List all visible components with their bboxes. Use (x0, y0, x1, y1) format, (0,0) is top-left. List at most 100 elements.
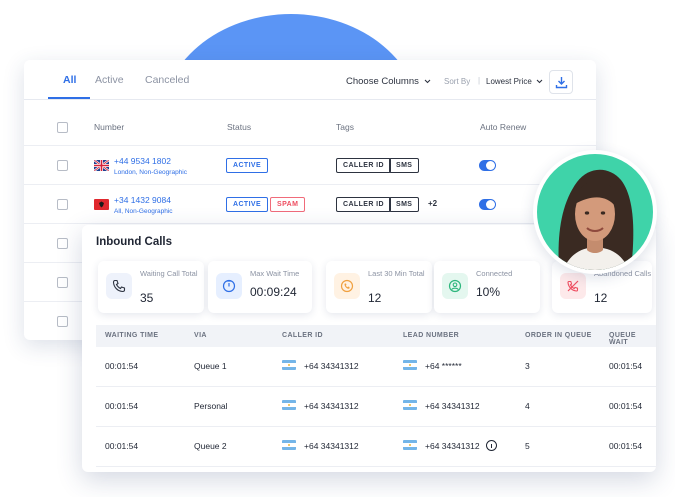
sort-by-dropdown[interactable]: Lowest Price (486, 77, 543, 86)
tab-canceled[interactable]: Canceled (145, 74, 189, 86)
stat-label: Waiting Call Total (140, 269, 198, 278)
stat-value: 00:09:24 (250, 285, 297, 299)
user-circle-icon (442, 273, 468, 299)
header-order-in-queue: ORDER IN QUEUE (525, 332, 592, 339)
table-row[interactable]: 00:01:54 Personal +64 34341312 +64 34341… (96, 387, 656, 427)
header-tags: Tags (336, 122, 354, 132)
argentina-flag-icon (282, 440, 296, 450)
argentina-flag-icon (403, 360, 417, 370)
queue-wait: 00:01:54 (609, 441, 643, 451)
tab-all[interactable]: All (63, 74, 76, 86)
info-icon[interactable] (486, 440, 497, 451)
header-queue-wait: QUEUE WAIT (609, 332, 636, 346)
stat-card-connected: Connected 10% (434, 261, 540, 313)
timer-icon (216, 273, 242, 299)
download-icon (555, 77, 568, 89)
stage: All Active Canceled Choose Columns Sort … (0, 0, 675, 497)
tag-caller-id: CALLER ID (336, 197, 391, 212)
stat-label: Max Wait Time (250, 269, 300, 278)
waiting-time: 00:01:54 (105, 401, 139, 411)
phone-ring-icon (334, 273, 360, 299)
phone-icon (106, 273, 132, 299)
row-checkbox[interactable] (57, 160, 68, 171)
phone-number-link[interactable]: +44 9534 1802 (114, 156, 171, 166)
argentina-flag-icon (403, 440, 417, 450)
table-row[interactable]: 00:01:54 Queue 1 +64 34341312 +64 ******… (96, 347, 656, 387)
via: Personal (194, 401, 228, 411)
download-button[interactable] (549, 70, 573, 94)
order-in-queue: 5 (525, 441, 530, 451)
stat-value: 12 (594, 291, 608, 305)
tag-caller-id: CALLER ID (336, 158, 391, 173)
agent-photo (558, 169, 634, 270)
stat-card-last-30: Last 30 Min Total 12 (326, 261, 432, 313)
header-lead-number: LEAD NUMBER (403, 332, 460, 339)
lead-number: +64 34341312 (425, 401, 480, 411)
number-location: All, Non-Geographic (114, 208, 173, 215)
argentina-flag-icon (282, 360, 296, 370)
row-checkbox[interactable] (57, 199, 68, 210)
table-row[interactable]: 00:01:54 Queue 2 +64 34341312 +64 343413… (96, 427, 656, 467)
stat-value: 35 (140, 291, 154, 305)
lead-number: +64 34341312 (425, 441, 480, 451)
header-status: Status (227, 122, 252, 132)
row-checkbox[interactable] (57, 277, 68, 288)
avatar (533, 150, 657, 274)
waiting-time: 00:01:54 (105, 441, 139, 451)
phone-off-icon (560, 273, 586, 299)
status-badge-active: ACTIVE (226, 197, 269, 212)
phone-number-link[interactable]: +34 1432 9084 (114, 195, 171, 205)
row-checkbox[interactable] (57, 316, 68, 327)
lead-number: +64 ****** (425, 361, 462, 371)
order-in-queue: 3 (525, 361, 530, 371)
order-in-queue: 4 (525, 401, 530, 411)
queue-wait: 00:01:54 (609, 361, 643, 371)
table-row[interactable]: +34 1432 9084 All, Non-Geographic ACTIVE… (24, 186, 596, 224)
stat-label: Last 30 Min Total (368, 269, 425, 278)
select-all-checkbox[interactable] (57, 122, 68, 133)
status-badge-spam: SPAM (270, 197, 306, 212)
chevron-down-icon (536, 79, 543, 84)
more-tags-count[interactable]: +2 (428, 199, 437, 208)
panel-title: Inbound Calls (96, 236, 173, 248)
tag-sms: SMS (389, 197, 420, 212)
stat-card-max-wait: Max Wait Time 00:09:24 (208, 261, 312, 313)
tab-active[interactable]: Active (95, 74, 124, 86)
sort-by-label: Sort By (444, 77, 471, 86)
choose-columns-dropdown[interactable]: Choose Columns (346, 76, 431, 87)
header-via: VIA (194, 332, 207, 339)
inbound-table-header: WAITING TIME VIA CALLER ID LEAD NUMBER O… (96, 325, 656, 347)
tab-bar: All Active Canceled Choose Columns Sort … (24, 60, 596, 100)
argentina-flag-icon (403, 400, 417, 410)
sort-by-value: Lowest Price (486, 77, 532, 86)
row-checkbox[interactable] (57, 238, 68, 249)
stat-value: 10% (476, 285, 501, 299)
via: Queue 2 (194, 441, 227, 451)
header-caller-id: CALLER ID (282, 332, 323, 339)
number-location: London, Non-Geographic (114, 169, 187, 176)
queue-wait: 00:01:54 (609, 401, 643, 411)
choose-columns-label: Choose Columns (346, 76, 419, 87)
caller-id: +64 34341312 (304, 441, 359, 451)
header-auto-renew: Auto Renew (480, 122, 527, 132)
argentina-flag-icon (282, 400, 296, 410)
active-tab-indicator (48, 97, 90, 99)
header-waiting-time: WAITING TIME (105, 332, 159, 339)
header-number: Number (94, 122, 125, 132)
tag-sms: SMS (389, 158, 420, 173)
caller-id: +64 34341312 (304, 361, 359, 371)
auto-renew-toggle[interactable] (479, 199, 496, 210)
numbers-table-header: Number Status Tags Auto Renew (24, 100, 596, 146)
sort-divider: | (478, 76, 481, 85)
auto-renew-toggle[interactable] (479, 160, 496, 171)
table-row[interactable]: +44 9534 1802 London, Non-Geographic ACT… (24, 147, 596, 185)
waiting-time: 00:01:54 (105, 361, 139, 371)
chevron-down-icon (424, 79, 430, 84)
via: Queue 1 (194, 361, 227, 371)
status-badge-active: ACTIVE (226, 158, 269, 173)
stat-card-waiting-total: Waiting Call Total 35 (98, 261, 204, 313)
stat-label: Connected (476, 269, 513, 278)
albania-flag-icon (94, 199, 109, 210)
stat-value: 12 (368, 291, 382, 305)
caller-id: +64 34341312 (304, 401, 359, 411)
